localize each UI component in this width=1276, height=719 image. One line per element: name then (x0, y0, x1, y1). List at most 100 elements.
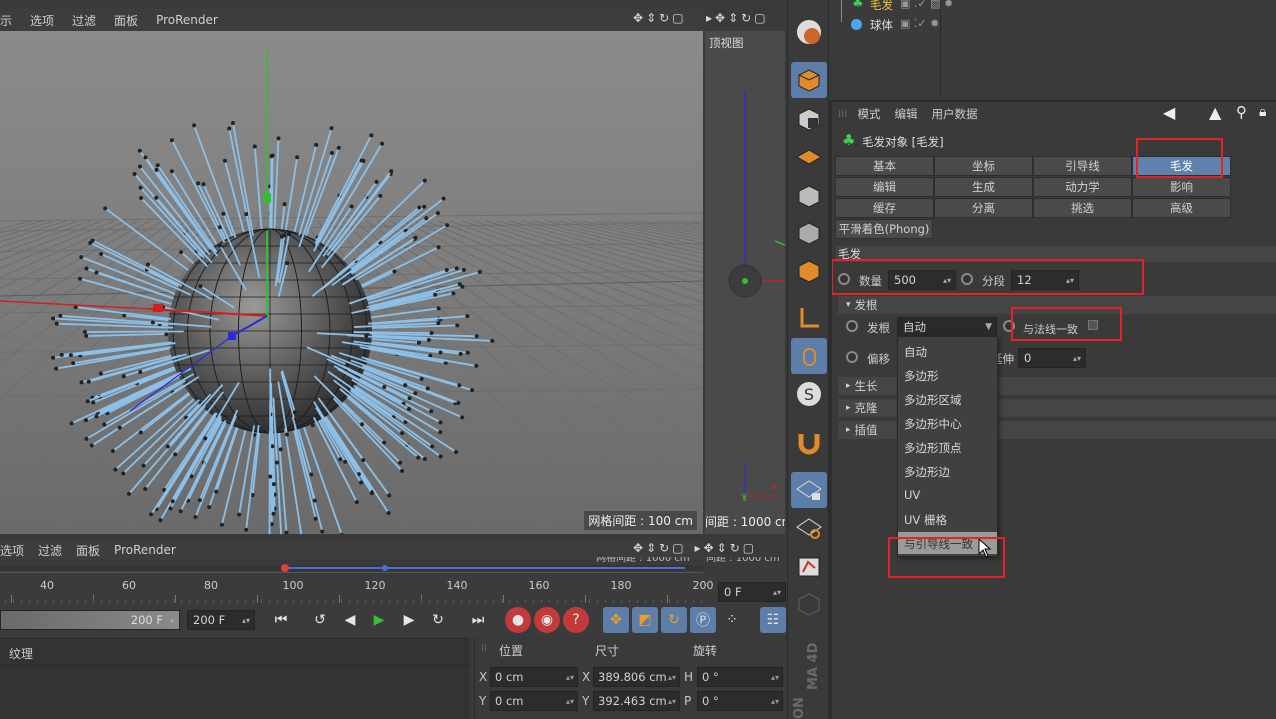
up-arrow-icon[interactable]: ▲ (1209, 103, 1221, 122)
dropdown-option-auto[interactable]: 自动 (904, 344, 927, 360)
tweak-mode-icon[interactable] (791, 338, 827, 374)
dropdown-option-polygon-edge[interactable]: 多边形边 (904, 464, 950, 480)
go-to-end-button[interactable]: ⏭ (465, 607, 491, 633)
edges-mode-icon[interactable] (791, 215, 827, 251)
param-key-button[interactable]: Ⓟ (690, 607, 716, 633)
drag-handle-icon[interactable]: ⁞⁞⁞ (838, 109, 848, 120)
timeline-key-track[interactable] (0, 564, 703, 572)
move-view-icon[interactable]: ✥ (633, 11, 643, 25)
viewport-menu-display[interactable]: 示 (0, 12, 12, 29)
viewport-menu-panel[interactable]: 面板 (114, 12, 138, 29)
bottom-menu-options[interactable]: 选项 (0, 542, 24, 559)
pan-icon[interactable]: ✥ (715, 11, 725, 25)
tab-cache[interactable]: 缓存 (835, 198, 934, 218)
timeline-window-button[interactable]: ☷ (760, 607, 786, 633)
tab-coord[interactable]: 坐标 (934, 156, 1033, 176)
rotate-view-icon[interactable]: ↻ (659, 541, 669, 555)
lock-icon[interactable]: 🔒︎ (1259, 104, 1266, 120)
perspective-viewport[interactable]: 网格间距 : 100 cm (0, 31, 703, 534)
render-sphere-icon[interactable] (791, 14, 827, 50)
z-axis-handle[interactable] (228, 332, 236, 340)
dropdown-option-uv[interactable]: UV (904, 488, 920, 502)
top-viewport[interactable]: 顶视图 Y X 间距 : 1000 cm (705, 31, 785, 534)
range-start-slider[interactable]: 200 F ▸ (0, 610, 180, 630)
grid-rotate-icon[interactable] (791, 510, 827, 546)
tab-phong[interactable]: 平滑着色(Phong) (835, 219, 933, 239)
pla-key-button[interactable]: ⁘ (719, 607, 745, 633)
key-help-button[interactable]: ? (563, 607, 589, 633)
material-menu-texture[interactable]: 纹理 (9, 645, 33, 662)
record-key-button[interactable]: ● (505, 607, 531, 633)
next-frame-button[interactable]: ▶ (396, 607, 422, 633)
points-mode-icon[interactable] (791, 178, 827, 214)
viewport-menu-filter[interactable]: 过滤 (72, 12, 96, 29)
dropdown-option-polygon[interactable]: 多边形 (904, 368, 939, 384)
dropdown-option-uv-grid[interactable]: UV 栅格 (904, 512, 947, 528)
cube-object-icon[interactable] (791, 62, 827, 98)
dropdown-option-polygon-center[interactable]: 多边形中心 (904, 416, 962, 432)
normal-checkbox[interactable] (1088, 320, 1098, 330)
object-name-hair[interactable]: 毛发 (870, 0, 893, 13)
bottom-menu-prorender[interactable]: ProRender (114, 543, 176, 557)
timeline-ruler[interactable]: 40 60 80 100 120 140 160 180 200 (0, 572, 714, 603)
tab-select[interactable]: 挑选 (1033, 198, 1132, 218)
size-y-field[interactable]: 392.463 cm ▴▾ (593, 691, 680, 711)
tab-dynamics[interactable]: 动力学 (1033, 177, 1132, 197)
maximize-icon[interactable]: ▢ (754, 11, 765, 25)
visibility-dots[interactable]: ▣ ⁚✓ ✹ (900, 17, 939, 30)
dropdown-option-polygon-vertex[interactable]: 多边形顶点 (904, 440, 962, 456)
move-view-icon[interactable]: ✥ (704, 541, 714, 555)
tab-edit[interactable]: 编辑 (835, 177, 934, 197)
maximize-icon[interactable]: ▢ (672, 11, 683, 25)
tab-hair[interactable]: 毛发 (1132, 156, 1231, 176)
y-axis-handle[interactable] (263, 193, 271, 203)
polygons-mode-icon[interactable] (791, 253, 827, 289)
timeline[interactable]: 40 60 80 100 120 140 160 180 200 0 F ▴▾ (0, 562, 787, 603)
snap-icon[interactable]: S (791, 376, 827, 412)
search-icon[interactable]: ⚲ (1236, 103, 1247, 121)
viewport-nav-icons[interactable]: ✥ ⇕ ↻ ▢ (633, 11, 684, 25)
count-anim-radio[interactable] (838, 273, 850, 285)
dolly-icon[interactable]: ⇕ (646, 11, 656, 25)
locked-workplane-icon[interactable] (791, 472, 827, 508)
prev-key-button[interactable]: ↺ (307, 607, 333, 633)
auto-key-button[interactable]: ◉ (534, 607, 560, 633)
tab-influence[interactable]: 影响 (1132, 177, 1231, 197)
magnet-icon[interactable] (791, 424, 827, 460)
axis-mode-icon[interactable] (791, 300, 827, 336)
normal-anim-radio[interactable] (1003, 320, 1015, 332)
pos-y-field[interactable]: 0 cm ▴▾ (490, 691, 578, 711)
root-dropdown[interactable]: 自动 ▼ (897, 317, 997, 337)
tab-separate[interactable]: 分离 (934, 198, 1033, 218)
bottom-menu-panel[interactable]: 面板 (76, 542, 100, 559)
rotate-view-icon[interactable]: ↻ (730, 541, 740, 555)
go-to-start-button[interactable]: ⏮ (268, 607, 294, 633)
viewport-menu-options[interactable]: 选项 (30, 12, 54, 29)
count-field[interactable]: 500 ▴▾ (888, 270, 956, 290)
workplane-icon[interactable] (791, 139, 827, 175)
tab-advanced[interactable]: 高级 (1132, 198, 1231, 218)
rotate-view-icon[interactable]: ↻ (659, 11, 669, 25)
attr-menu-userdata[interactable]: 用户数据 (932, 106, 978, 122)
rot-p-field[interactable]: 0 ° ▴▾ (697, 691, 783, 711)
pan-icon[interactable]: ▸ (695, 541, 701, 555)
bottom-nav-icons[interactable]: ✥ ⇕ ↻ ▢ ▸ ✥ ⇕ ↻ ▢ (633, 541, 754, 555)
next-key-button[interactable]: ↻ (425, 607, 451, 633)
guide-icon[interactable] (791, 549, 827, 585)
range-end-field[interactable]: 200 F ▴▾ (187, 610, 255, 630)
maximize-icon[interactable]: ▢ (743, 541, 754, 555)
segments-anim-radio[interactable] (961, 273, 973, 285)
dolly-icon[interactable]: ⇕ (728, 11, 738, 25)
rotate-key-button[interactable]: ↻ (661, 607, 687, 633)
texture-cube-icon[interactable] (791, 101, 827, 137)
pos-x-field[interactable]: 0 cm ▴▾ (490, 667, 578, 687)
move-key-button[interactable]: ✥ (603, 607, 629, 633)
back-arrow-icon[interactable]: ◀ (1163, 103, 1175, 122)
top-view-nav-icons[interactable]: ▸ ✥ ⇕ ↻ ▢ (706, 11, 766, 25)
attr-menu-edit[interactable]: 编辑 (895, 106, 918, 122)
prev-frame-button[interactable]: ◀ (337, 607, 363, 633)
tab-guides[interactable]: 引导线 (1033, 156, 1132, 176)
size-x-field[interactable]: 389.806 cm ▴▾ (593, 667, 680, 687)
root-section-header[interactable]: ▾ 发根 (838, 296, 1276, 314)
current-frame-field[interactable]: 0 F ▴▾ (718, 582, 786, 602)
